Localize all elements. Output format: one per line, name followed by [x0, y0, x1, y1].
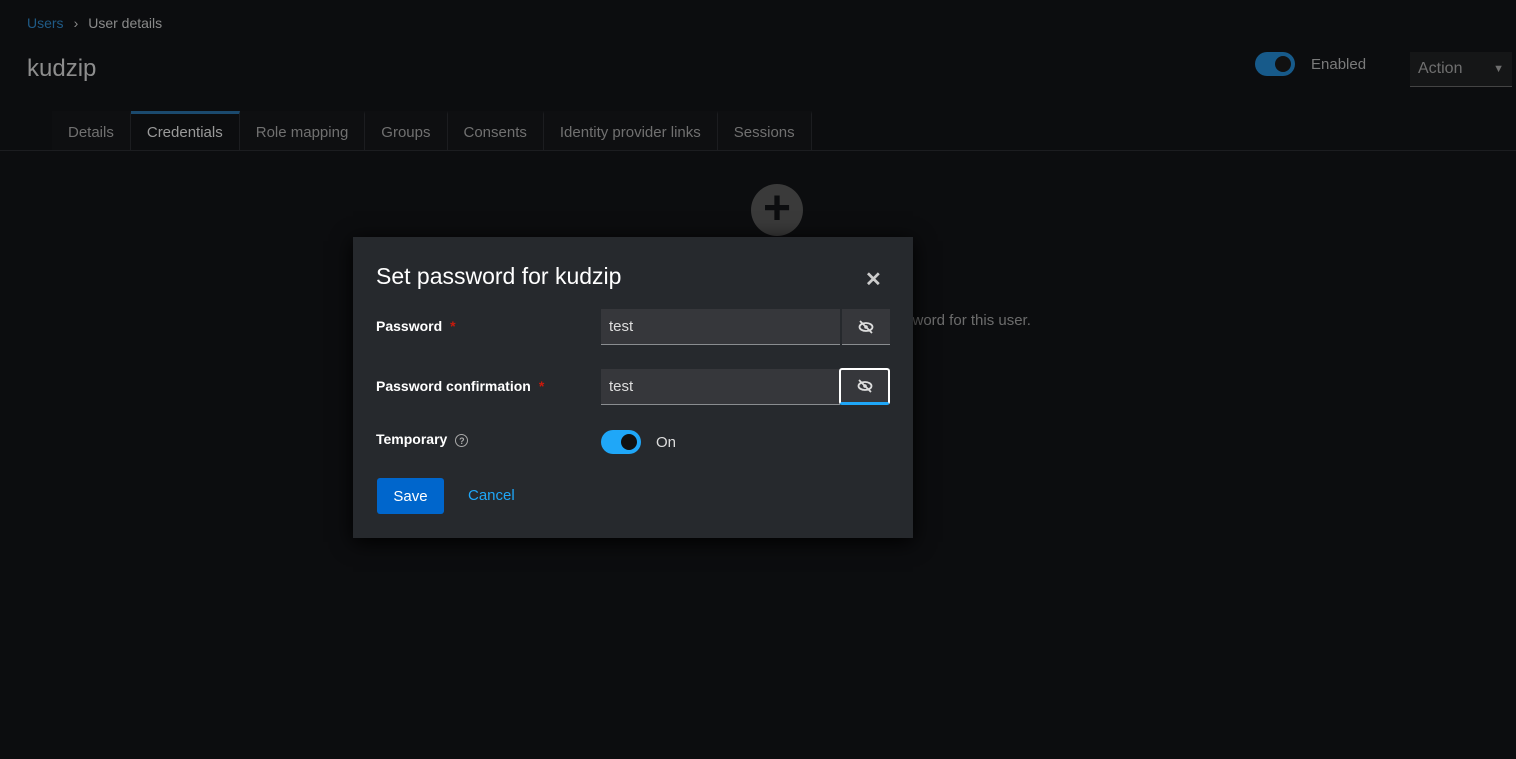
caret-down-icon: ▼: [1493, 63, 1504, 75]
cancel-button[interactable]: Cancel: [468, 487, 515, 504]
temporary-label: Temporary?: [376, 431, 469, 447]
breadcrumb: Users › User details: [27, 15, 162, 31]
page-title: kudzip: [27, 55, 97, 82]
tab-sessions[interactable]: Sessions: [718, 111, 812, 151]
close-icon[interactable]: ✕: [865, 267, 882, 292]
password-confirmation-input[interactable]: [601, 369, 840, 405]
tab-details[interactable]: Details: [52, 111, 131, 151]
action-dropdown[interactable]: Action ▼: [1410, 52, 1512, 87]
toggle-confirmation-visibility-button[interactable]: [839, 368, 890, 405]
eye-slash-icon: [857, 379, 872, 393]
set-password-modal: Set password for kudzip ✕ Password* Pass…: [353, 237, 913, 538]
breadcrumb-current: User details: [88, 15, 163, 31]
tab-identity-provider-links[interactable]: Identity provider links: [544, 111, 718, 151]
temporary-state: On: [656, 433, 677, 451]
enabled-toggle[interactable]: [1255, 52, 1295, 76]
temporary-switch[interactable]: On: [601, 430, 676, 454]
tab-credentials[interactable]: Credentials: [130, 111, 240, 151]
breadcrumb-users-link[interactable]: Users: [27, 15, 64, 31]
toggle-password-visibility-button[interactable]: [842, 309, 890, 345]
password-label: Password *: [376, 318, 456, 334]
tab-bar: Details Credentials Role mapping Groups …: [52, 111, 812, 151]
modal-title: Set password for kudzip: [376, 263, 622, 289]
password-confirmation-label: Password confirmation *: [376, 378, 545, 394]
action-label: Action: [1418, 60, 1463, 77]
enabled-switch[interactable]: Enabled: [1255, 52, 1366, 76]
help-icon[interactable]: ?: [455, 433, 469, 447]
tab-groups[interactable]: Groups: [365, 111, 448, 151]
tab-consents[interactable]: Consents: [448, 111, 544, 151]
chevron-right-icon: ›: [73, 15, 79, 31]
eye-slash-icon: [858, 319, 874, 334]
plus-circle-icon: +: [751, 184, 803, 236]
divider: [0, 150, 1516, 151]
password-input[interactable]: [601, 309, 840, 345]
save-button[interactable]: Save: [377, 478, 444, 514]
tab-role-mapping[interactable]: Role mapping: [240, 111, 366, 151]
empty-state-text: sword for this user.: [905, 312, 1031, 329]
temporary-toggle[interactable]: [601, 430, 641, 454]
enabled-label: Enabled: [1311, 55, 1367, 73]
